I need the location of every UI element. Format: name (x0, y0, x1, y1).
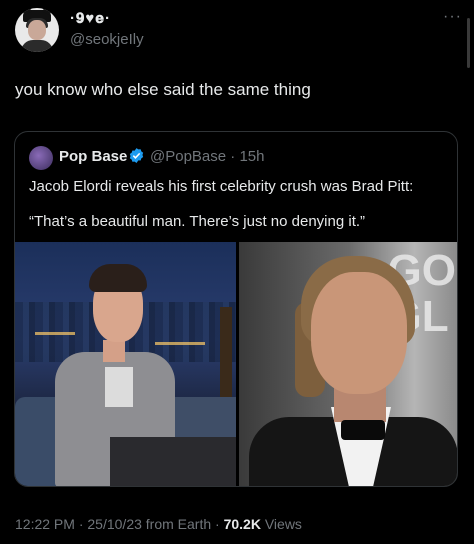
avatar-face (28, 20, 46, 40)
bowtie (341, 420, 385, 440)
city-lights (155, 342, 205, 345)
meta-separator: · (230, 148, 236, 165)
tweet-time[interactable]: 12:22 PM (15, 516, 75, 532)
person-shirt (105, 367, 133, 407)
tweet-footer: 12:22 PM · 25/10/23 from Earth · 70.2K V… (15, 516, 302, 532)
author-handle[interactable]: @seokjeIly (70, 31, 144, 48)
tweet-source: from Earth (145, 516, 212, 532)
scrollbar[interactable] (467, 18, 470, 68)
quoted-time[interactable]: 15h (239, 148, 264, 165)
person-pants (110, 437, 236, 486)
quoted-handle[interactable]: @PopBase (150, 148, 226, 165)
author-avatar[interactable] (15, 8, 59, 52)
quoted-meta: @PopBase · 15h (150, 148, 264, 165)
quoted-author-name[interactable]: Pop Base (59, 148, 127, 165)
avatar-body (21, 40, 53, 52)
person-head (311, 272, 407, 394)
quoted-text-line1: Jacob Elordi reveals his first celebrity… (29, 178, 414, 195)
photo-jacob-elordi[interactable] (15, 242, 236, 486)
quoted-avatar[interactable] (29, 146, 53, 170)
person-hair (89, 264, 147, 292)
tweet-date[interactable]: 25/10/23 (87, 516, 142, 532)
tweet-text: you know who else said the same thing (15, 80, 311, 99)
quoted-text-line2: “That’s a beautiful man. There’s just no… (29, 213, 366, 230)
person-neck (103, 340, 125, 362)
views-count: 70.2K (223, 516, 261, 532)
city-lights (35, 332, 75, 335)
photo-brad-pitt[interactable]: GO GL (239, 242, 457, 486)
footer-separator: · (215, 516, 224, 532)
more-options-icon[interactable]: ··· (443, 8, 462, 26)
views-label: Views (264, 516, 302, 532)
quoted-tweet[interactable]: Pop Base @PopBase · 15h Jacob Elordi rev… (14, 131, 458, 487)
verified-badge-icon (129, 148, 144, 163)
author-display-name[interactable]: ·𝟗♥𝐞· (70, 10, 111, 27)
